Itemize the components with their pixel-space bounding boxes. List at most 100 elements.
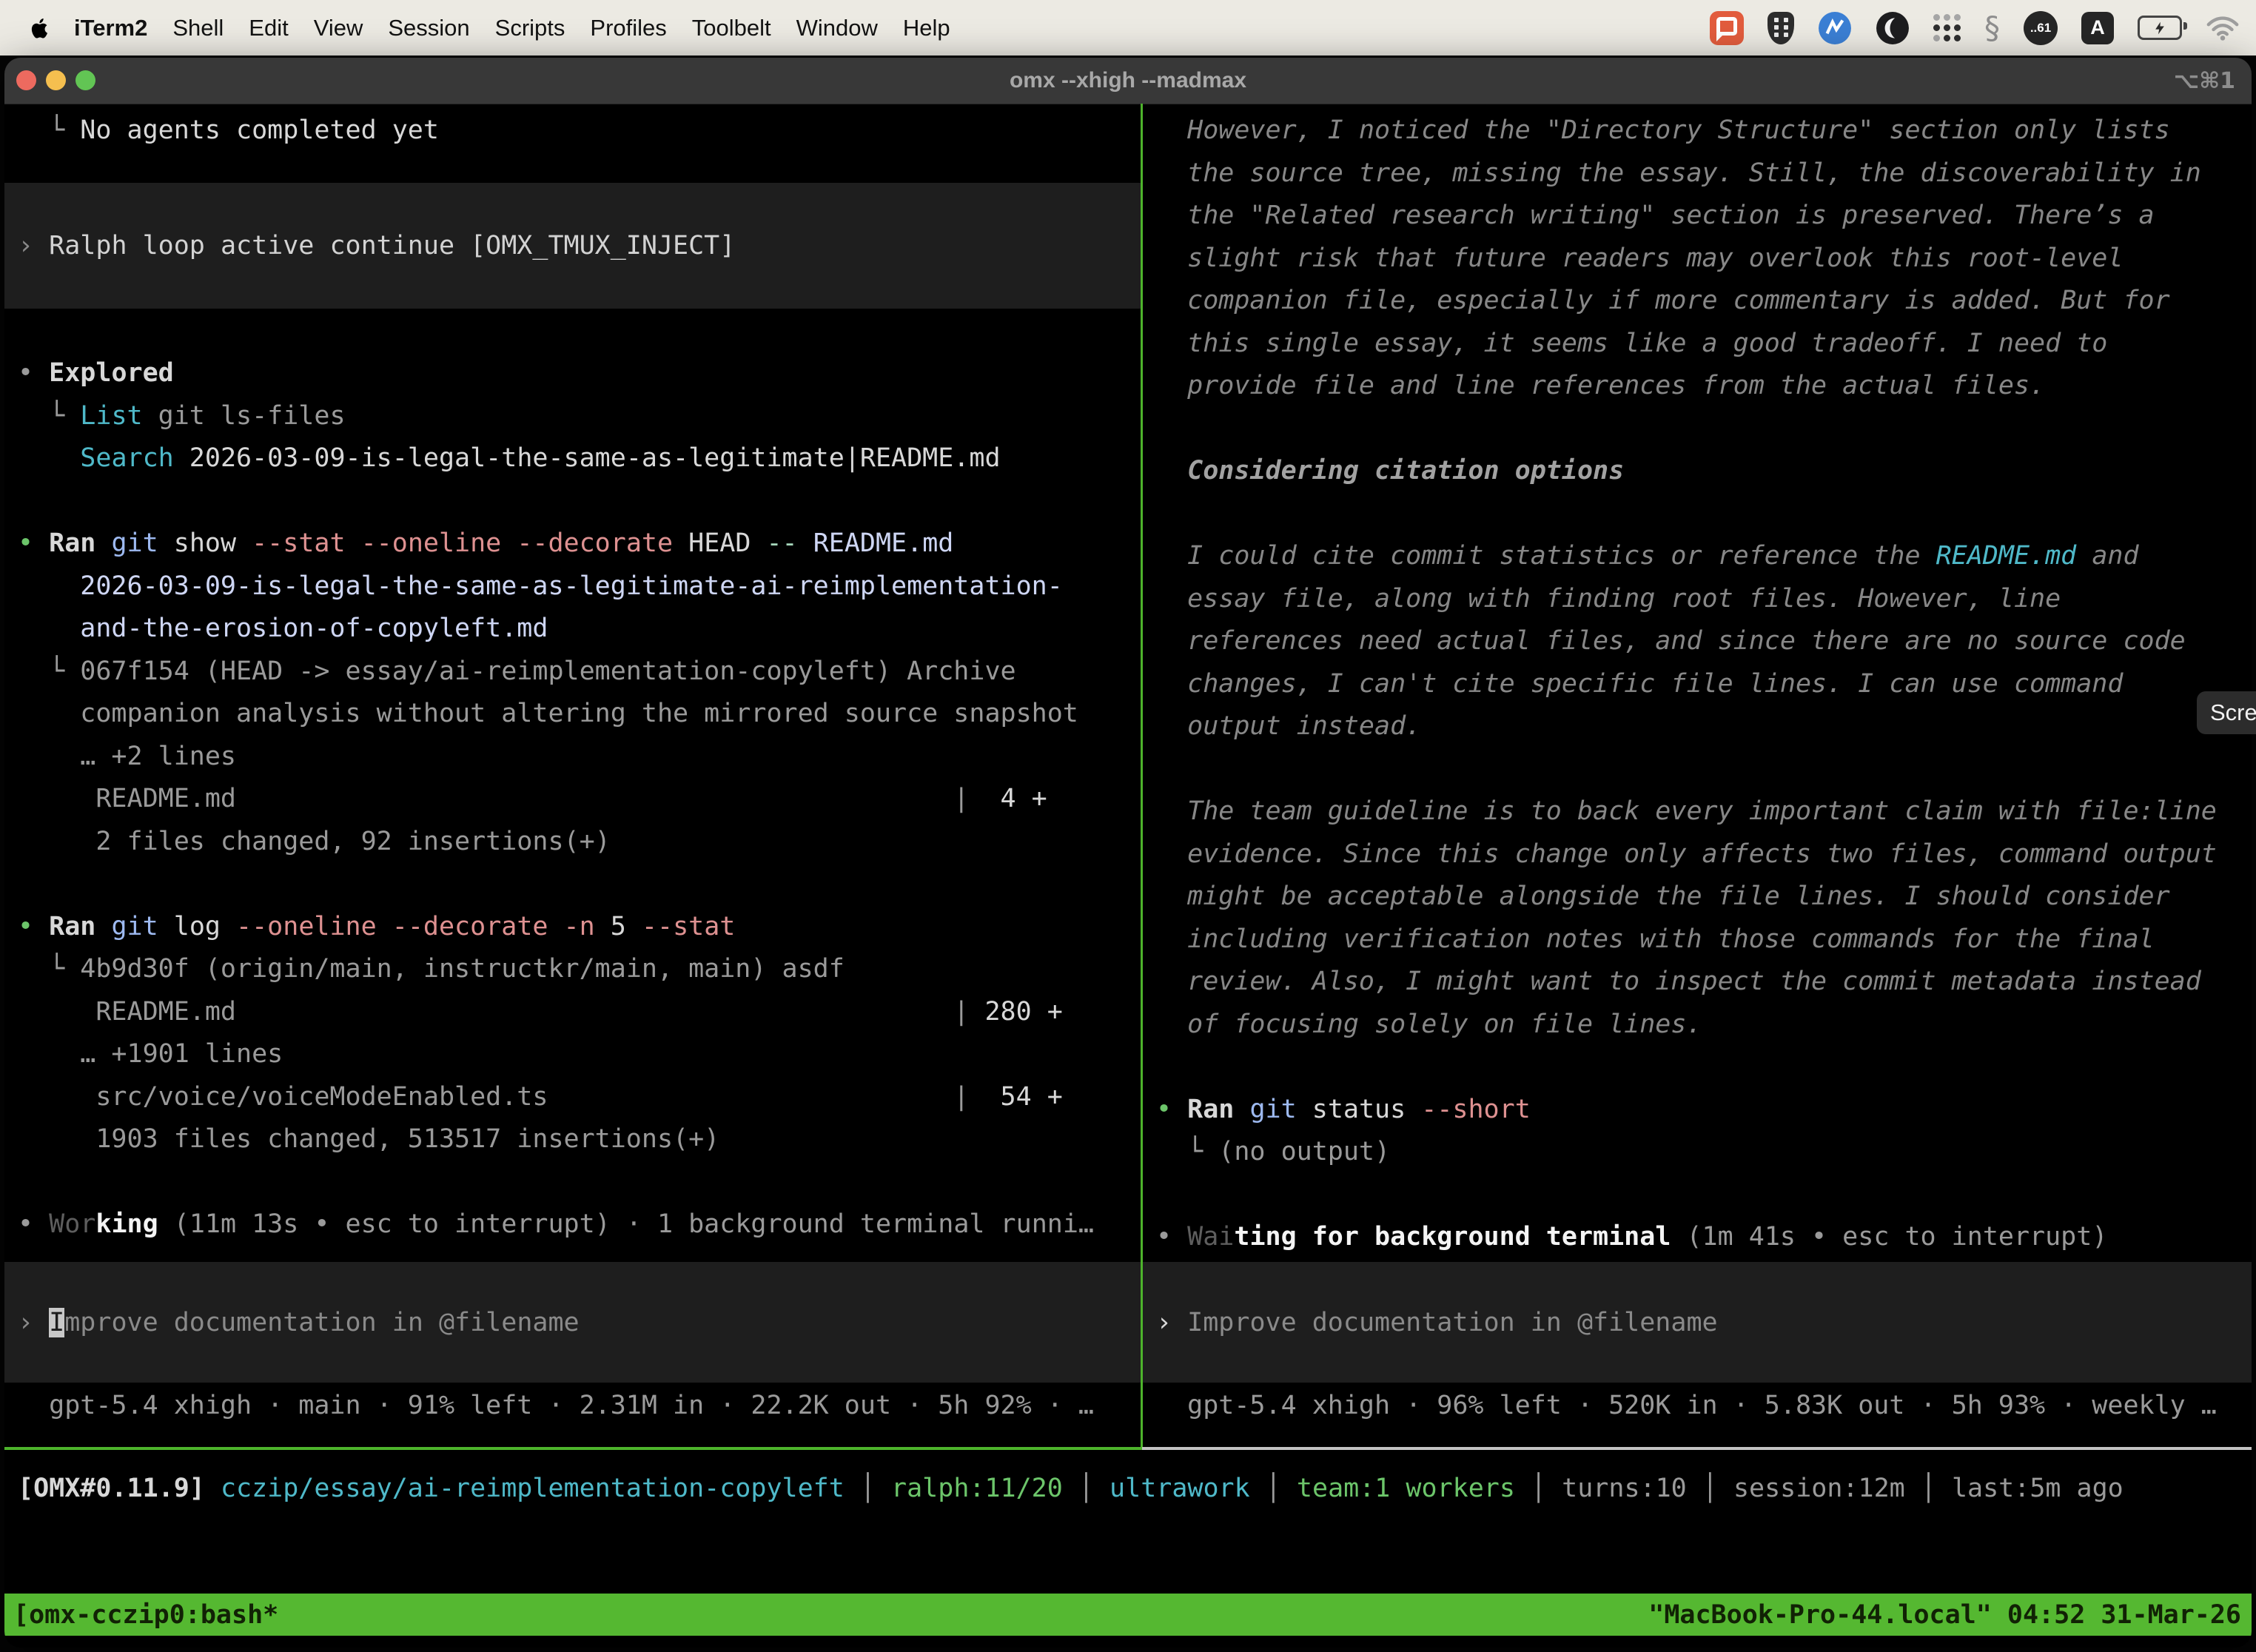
window-shortcut-hint: ⌥⌘1 [2174, 58, 2235, 104]
terminal-line: … +1901 lines [18, 1033, 1141, 1076]
terminal-line: review. Also, I might want to inspect th… [1156, 961, 2252, 1004]
input-placeholder: mprove documentation in @filename [64, 1308, 579, 1337]
window-title: omx --xhigh --madmax [4, 58, 2252, 104]
prompt-chevron: › [18, 1308, 49, 1337]
battery-icon[interactable] [2138, 16, 2182, 40]
terminal-line: └ (no output) [1156, 1131, 2252, 1174]
terminal-line: I could cite commit statistics or refere… [1156, 535, 2252, 578]
terminal-line: • Ran git log --oneline --decorate -n 5 … [18, 906, 1141, 949]
terminal-line: [OMX#0.11.9] cczip/essay/ai-reimplementa… [18, 1468, 2252, 1511]
menu-item-view[interactable]: View [314, 15, 363, 41]
iterm2-window: omx --xhigh --madmax ⌥⌘1 └ No agents com… [4, 58, 2252, 1648]
input-placeholder: Improve documentation in @filename [1187, 1308, 1717, 1337]
terminal-line: └ 4b9d30f (origin/main, instructkr/main,… [18, 948, 1141, 991]
left-pane-output: • Explored └ List git ls-files Search 20… [18, 352, 1141, 1246]
terminal-line: • Working (11m 13s • esc to interrupt) ·… [18, 1203, 1141, 1246]
terminal-line: … +2 lines [18, 736, 1141, 779]
wifi-icon[interactable] [2206, 15, 2240, 41]
left-prompt-input[interactable]: › Improve documentation in @filename [4, 1262, 1141, 1383]
menu-item-toolbelt[interactable]: Toolbelt [692, 15, 771, 41]
injected-command-box: › Ralph loop active continue [OMX_TMUX_I… [4, 183, 1141, 309]
left-pane[interactable]: └ No agents completed yet › Ralph loop a… [4, 104, 1141, 1447]
terminal-line: The team guideline is to back every impo… [1156, 790, 2252, 833]
screen-share-overlay: Scre [2197, 691, 2256, 734]
injected-prompt-chevron: › [18, 231, 49, 261]
terminal-line: • Ran git status --short [1156, 1089, 2252, 1132]
menu-item-profiles[interactable]: Profiles [590, 15, 666, 41]
right-pane-border-inactive [1142, 1447, 2252, 1450]
right-model-status-line: gpt-5.4 xhigh · 96% left · 520K in · 5.8… [1156, 1385, 2252, 1428]
terminal-line: 2026-03-09-is-legal-the-same-as-legitima… [18, 565, 1141, 608]
tmux-session-label: [omx-cczip0:bash* [4, 1600, 278, 1630]
terminal-line: 2 files changed, 92 insertions(+) [18, 821, 1141, 864]
right-prompt-input[interactable]: › Improve documentation in @filename [1143, 1262, 2252, 1383]
terminal-line: Considering citation options [1156, 450, 2252, 493]
terminal-line: companion analysis without altering the … [18, 693, 1141, 736]
omx-status-line: [OMX#0.11.9] cczip/essay/ai-reimplementa… [18, 1468, 2252, 1511]
terminal-line [1156, 408, 2252, 451]
terminal-line: provide file and line references from th… [1156, 365, 2252, 408]
moon-icon[interactable] [1876, 11, 1910, 45]
terminal-line: references need actual files, and since … [1156, 620, 2252, 663]
apple-menu-icon[interactable] [27, 16, 52, 41]
menu-item-scripts[interactable]: Scripts [495, 15, 565, 41]
terminal-line [1156, 1174, 2252, 1217]
terminal-line [1156, 493, 2252, 536]
terminal-line: the source tree, missing the essay. Stil… [1156, 152, 2252, 195]
terminal-line: gpt-5.4 xhigh · 96% left · 520K in · 5.8… [1156, 1385, 2252, 1428]
left-pane-border-active [4, 1447, 1142, 1450]
terminal-line: └ 067f154 (HEAD -> essay/ai-reimplementa… [18, 651, 1141, 694]
menu-item-window[interactable]: Window [796, 15, 878, 41]
menu-item-help[interactable]: Help [903, 15, 950, 41]
terminal-line: 1903 files changed, 513517 insertions(+) [18, 1118, 1141, 1161]
terminal-line: of focusing solely on file lines. [1156, 1004, 2252, 1047]
terminal-line: However, I noticed the "Directory Struct… [1156, 110, 2252, 152]
terminal-line [1156, 748, 2252, 791]
menu-items: iTerm2 Shell Edit View Session Scripts Profile… [74, 15, 950, 41]
menu-item-edit[interactable]: Edit [249, 15, 288, 41]
terminal-line: output instead. [1156, 705, 2252, 748]
terminal-line: • Waiting for background terminal (1m 41… [1156, 1216, 2252, 1259]
shield-grid-icon[interactable] [1767, 12, 1794, 44]
menu-item-shell[interactable]: Shell [172, 15, 224, 41]
window-titlebar[interactable]: omx --xhigh --madmax ⌥⌘1 [4, 58, 2252, 104]
prompt-chevron: › [1156, 1308, 1187, 1337]
terminal-line: └ List git ls-files [18, 395, 1141, 438]
text-cursor: I [49, 1308, 64, 1337]
pane-bottom-borders [4, 1447, 2252, 1450]
terminal-line [18, 1161, 1141, 1204]
keyboard-layout-icon[interactable]: A [2081, 12, 2114, 44]
right-pane[interactable]: However, I noticed the "Directory Struct… [1143, 104, 2252, 1447]
screen: iTerm2 Shell Edit View Session Scripts Profile… [0, 0, 2256, 1652]
menu-item-session[interactable]: Session [388, 15, 469, 41]
terminal-line: the "Related research writing" section i… [1156, 195, 2252, 238]
tmux-host-clock: "MacBook-Pro-44.local" 04:52 31-Mar-26 [1648, 1600, 2252, 1630]
section-squiggle-icon[interactable]: § [1984, 10, 2000, 46]
terminal-line: README.md | 4 + [18, 778, 1141, 821]
terminal-line: might be acceptable alongside the file l… [1156, 876, 2252, 919]
terminal-line [1156, 1046, 2252, 1089]
terminal-area: └ No agents completed yet › Ralph loop a… [4, 104, 2252, 1447]
hex-bolt-icon[interactable] [1818, 11, 1852, 45]
terminal-line [18, 480, 1141, 523]
right-pane-output: However, I noticed the "Directory Struct… [1156, 110, 2252, 1259]
injected-command-text: Ralph loop active continue [OMX_TMUX_INJ… [49, 231, 735, 261]
terminal-line: • Ran git show --stat --oneline --decora… [18, 523, 1141, 565]
tmux-status-bar: [omx-cczip0:bash* "MacBook-Pro-44.local"… [4, 1594, 2252, 1636]
terminal-line: companion file, especially if more comme… [1156, 280, 2252, 323]
gauge-61-icon[interactable]: ..61 [2024, 11, 2058, 45]
terminal-line [18, 863, 1141, 906]
terminal-line: including verification notes with those … [1156, 919, 2252, 961]
menu-item-iterm2[interactable]: iTerm2 [74, 15, 147, 41]
terminal-line: changes, I can't cite specific file line… [1156, 663, 2252, 706]
menu-bar: iTerm2 Shell Edit View Session Scripts Profile… [0, 0, 2256, 56]
terminal-line: • Explored [18, 352, 1141, 395]
dots-grid-icon[interactable] [1933, 14, 1961, 41]
terminal-line: essay file, along with finding root file… [1156, 578, 2252, 621]
left-model-status-line: gpt-5.4 xhigh · main · 91% left · 2.31M … [18, 1385, 1141, 1428]
terminal-line: Search 2026-03-09-is-legal-the-same-as-l… [18, 437, 1141, 480]
terminal-line: src/voice/voiceModeEnabled.ts | 54 + [18, 1076, 1141, 1119]
terminal-line: README.md | 280 + [18, 991, 1141, 1034]
terminal-line: slight risk that future readers may over… [1156, 238, 2252, 281]
chat-app-icon[interactable] [1710, 11, 1744, 45]
